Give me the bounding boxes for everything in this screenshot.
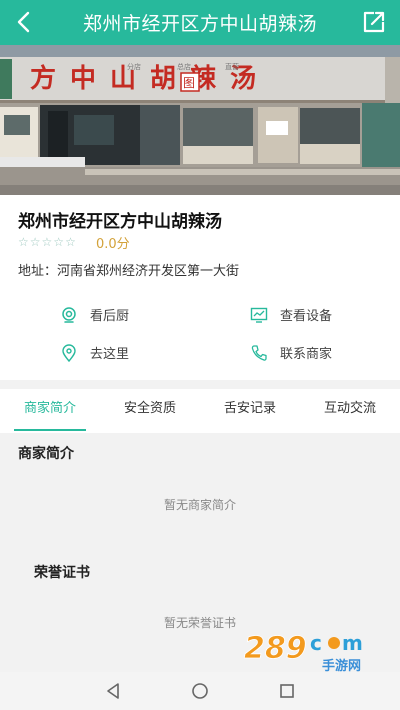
shop-name: 郑州市经开区方中山胡辣汤 [18,212,222,232]
share-icon[interactable] [360,8,388,36]
storefront-photo: 方中山胡辣汤 分店 总店 直营 图 [0,45,400,195]
intro-section-title: 商家简介 [18,446,74,462]
navigate-here-label: 去这里 [90,347,130,362]
tab-interaction[interactable]: 互动交流 [300,389,400,433]
page-title: 郑州市经开区方中山胡辣汤 [82,13,317,35]
shop-address: 地址：河南省郑州经济开发区第一大街 [18,264,240,279]
view-kitchen-button[interactable]: 看后厨 [60,305,129,324]
watermark-number: 289 [244,631,307,666]
system-nav-bar [0,672,400,710]
honor-section-title: 荣誉证书 [34,565,90,581]
shop-info-card: 郑州市经开区方中山胡辣汤 ☆ ☆ ☆ ☆ ☆ 0.0分 地址：河南省郑州经济开发… [0,195,400,380]
star-icon: ☆ [41,235,53,249]
top-bar: 郑州市经开区方中山胡辣汤 [0,0,400,45]
sign-sub-1: 分店 [127,62,141,71]
rating-stars: ☆ ☆ ☆ ☆ ☆ [18,235,76,249]
tab-bar: 商家简介 安全资质 舌安记录 互动交流 [0,389,400,433]
rating-score: 0.0分 [96,237,130,252]
star-icon: ☆ [18,235,29,249]
contact-merchant-button[interactable]: 联系商家 [250,343,332,362]
view-kitchen-label: 看后厨 [90,309,130,324]
tab-merchant-intro[interactable]: 商家简介 [0,389,100,433]
sign-sub-2: 总店 [177,62,191,71]
navigate-here-button[interactable]: 去这里 [60,343,129,362]
star-icon: ☆ [29,235,41,249]
site-watermark: 289 c m 手游网 [244,631,363,674]
star-icon: ☆ [53,235,65,249]
sign-logo: 图 [183,76,195,90]
nav-recents-icon[interactable] [277,681,297,701]
watermark-tail: m [342,631,363,655]
monitor-icon [250,307,268,323]
watermark-suffix: c [310,631,322,655]
phone-icon [251,344,267,361]
intro-empty-text: 暂无商家简介 [163,498,236,512]
tab-safety-qualification[interactable]: 安全资质 [100,389,200,433]
star-icon: ☆ [65,235,76,249]
nav-home-icon[interactable] [190,681,210,701]
back-icon[interactable] [10,8,38,36]
sign-sub-3: 直营 [225,62,239,71]
nav-back-icon[interactable] [103,681,123,701]
location-icon [62,343,76,362]
tab-safety-record[interactable]: 舌安记录 [200,389,300,433]
camera-icon [62,306,76,323]
view-equipment-label: 查看设备 [280,309,333,324]
view-equipment-button[interactable]: 查看设备 [250,305,332,324]
contact-merchant-label: 联系商家 [280,347,333,362]
